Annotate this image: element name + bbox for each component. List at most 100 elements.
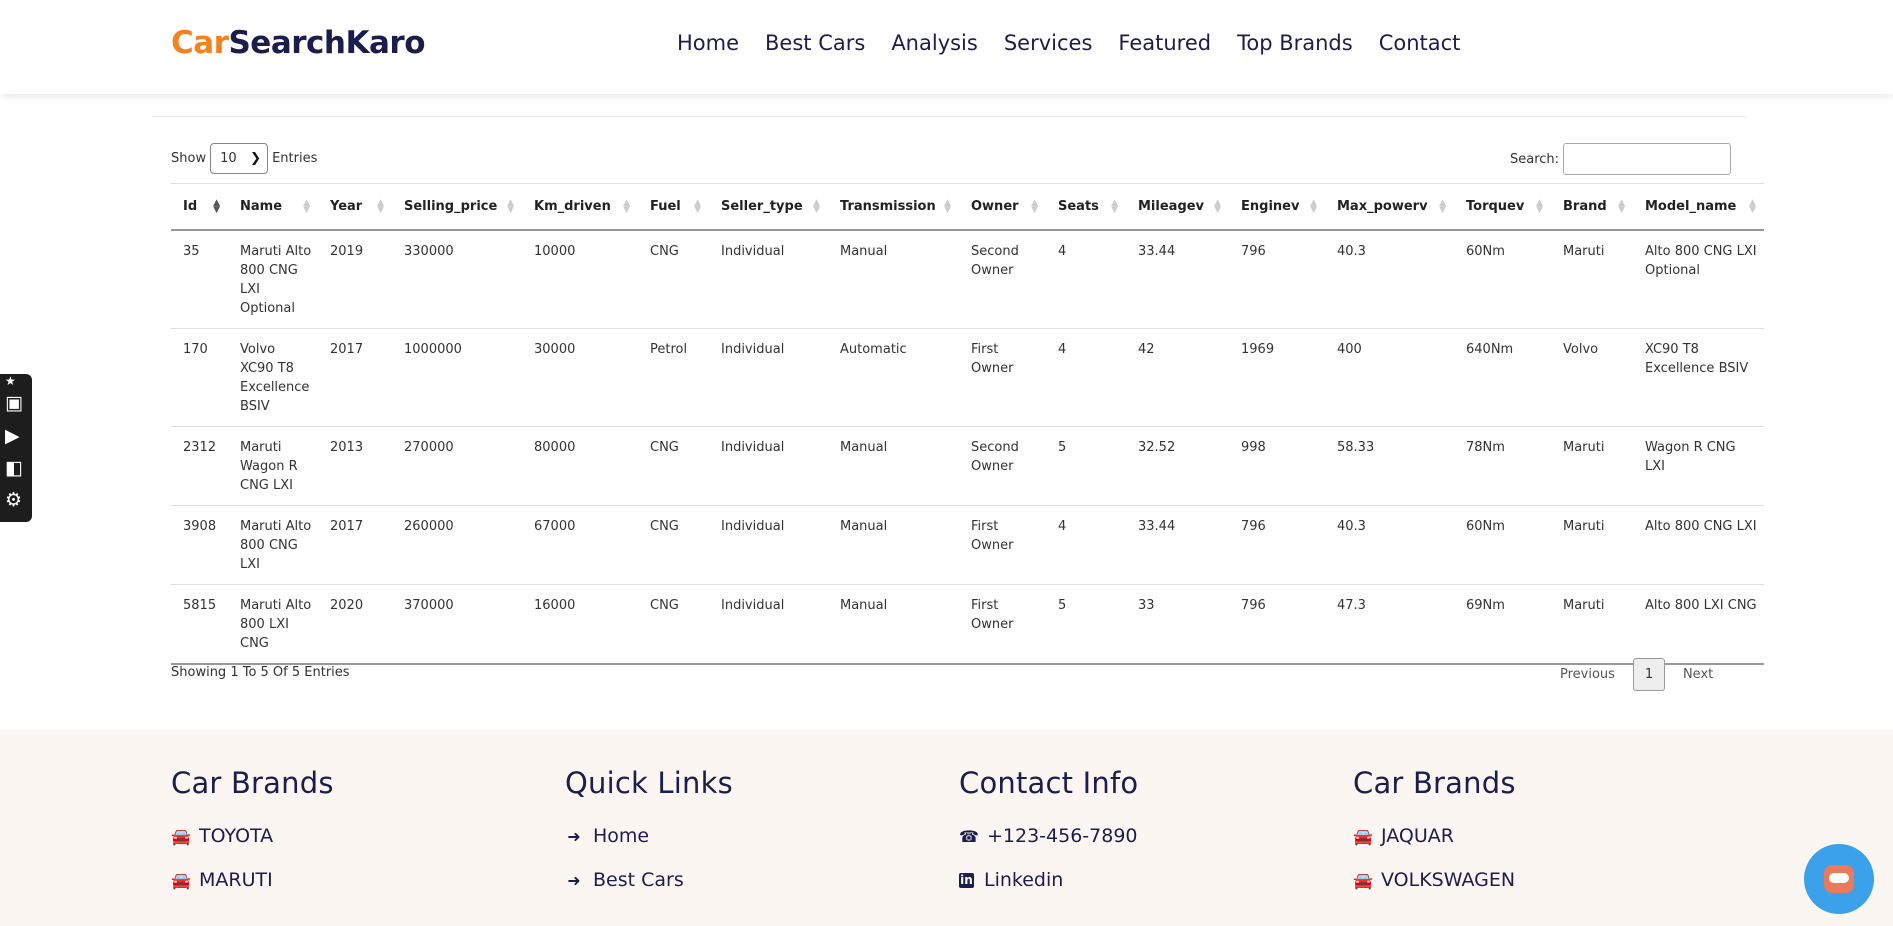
column-header[interactable]: Selling_price ▲ ▼ <box>392 183 522 231</box>
column-header-label: Selling_price <box>404 198 498 214</box>
table-cell: Maruti Alto 800 CNG LXI <box>228 505 318 585</box>
footer-heading: Car Brands <box>1353 766 1516 800</box>
sort-icon: ▲ ▼ <box>1749 198 1756 215</box>
column-header-label: Year <box>330 198 363 214</box>
nav-featured[interactable]: Featured <box>1118 31 1211 55</box>
footer-link-label: TOYOTA <box>199 825 274 847</box>
main-nav: Home Best Cars Analysis Services Feature… <box>677 31 1460 55</box>
table-cell: 33 <box>1126 584 1229 665</box>
chatbot-button[interactable] <box>1804 844 1874 914</box>
table-cell: 796 <box>1229 505 1325 585</box>
nav-home[interactable]: Home <box>677 31 739 55</box>
table-cell: 796 <box>1229 229 1325 329</box>
footer-col-car-brands-2: Car Brands 🚘 JAQUAR 🚘 VOLKSWAGEN <box>1353 766 1516 891</box>
table-cell: Alto 800 CNG LXI Optional <box>1633 229 1764 329</box>
table-cell: CNG <box>638 505 709 585</box>
page-button[interactable]: 1 <box>1632 658 1665 691</box>
search-input[interactable] <box>1563 143 1732 175</box>
footer-link-label: VOLKSWAGEN <box>1381 869 1516 891</box>
column-header[interactable]: Km_driven ▲ ▼ <box>522 183 638 231</box>
table-cell: Maruti <box>1551 584 1633 665</box>
table-cell: Individual <box>709 229 828 329</box>
car-icon: 🚘 <box>1353 826 1373 846</box>
footer-link[interactable]: 🚘 VOLKSWAGEN <box>1353 869 1516 891</box>
column-header[interactable]: Max_powerv ▲ ▼ <box>1325 183 1454 231</box>
entries-label: Entries <box>272 151 318 166</box>
footer-link[interactable]: 🚘 MARUTI <box>171 869 334 891</box>
footer-link[interactable]: in Linkedin <box>959 869 1138 891</box>
column-header[interactable]: Transmission ▲ ▼ <box>828 183 959 231</box>
next-button[interactable]: Next <box>1683 667 1713 682</box>
nav-top-brands[interactable]: Top Brands <box>1237 31 1353 55</box>
table-cell: Petrol <box>638 328 709 427</box>
gallery-icon[interactable]: ◧ <box>5 457 23 479</box>
column-header[interactable]: Seats ▲ ▼ <box>1046 183 1126 231</box>
footer-link-label: JAQUAR <box>1381 825 1454 847</box>
footer-link[interactable]: 🚘 JAQUAR <box>1353 825 1516 847</box>
table-cell: Individual <box>709 328 828 427</box>
column-header-label: Model_name <box>1645 198 1737 214</box>
column-header[interactable]: Mileagev ▲ ▼ <box>1126 183 1229 231</box>
car-icon: 🚘 <box>171 826 191 846</box>
table-cell: 30000 <box>522 328 638 427</box>
table-row: 35 Maruti Alto 800 CNG LXI Optional 2019 33… <box>171 229 1764 329</box>
column-header-label: Brand <box>1563 198 1607 214</box>
table-cell: Maruti Wagon R CNG LXI <box>228 426 318 506</box>
table-header-row: Id ▲ ▼ Name ▲ ▼ Year ▲ ▼ Selling_price ▲ ▼ Km_driven… <box>171 183 1764 231</box>
table-cell: 33.44 <box>1126 505 1229 585</box>
column-header[interactable]: Brand ▲ ▼ <box>1551 183 1633 231</box>
sort-icon: ▲ ▼ <box>694 198 701 215</box>
table-cell: 67000 <box>522 505 638 585</box>
nav-analysis[interactable]: Analysis <box>891 31 978 55</box>
footer-link[interactable]: ➜ Home <box>565 825 733 847</box>
site-logo[interactable]: CarSearchKaro <box>171 25 425 61</box>
table-cell: Second Owner <box>959 426 1046 506</box>
column-header-label: Owner <box>971 198 1019 214</box>
column-header[interactable]: Torquev ▲ ▼ <box>1454 183 1551 231</box>
screen-capture-toolbar: ★ ▣ ▶ ◧ ⚙ <box>0 374 32 522</box>
nav-contact[interactable]: Contact <box>1379 31 1461 55</box>
sort-icon: ▲ ▼ <box>813 198 820 215</box>
footer-link-label: Home <box>593 825 650 847</box>
sort-icon: ▲ ▼ <box>303 198 310 215</box>
table-cell: First Owner <box>959 505 1046 585</box>
column-header[interactable]: Owner ▲ ▼ <box>959 183 1046 231</box>
column-header[interactable]: Name ▲ ▼ <box>228 183 318 231</box>
show-label: Show <box>171 151 207 166</box>
column-header[interactable]: Year ▲ ▼ <box>318 183 392 231</box>
table-cell: 78Nm <box>1454 426 1551 506</box>
camera-icon[interactable]: ▣ <box>5 392 23 414</box>
table-cell: 5 <box>1046 426 1126 506</box>
column-header-label: Seller_type <box>721 198 803 214</box>
footer-link[interactable]: 🚘 TOYOTA <box>171 825 334 847</box>
column-header[interactable]: Fuel ▲ ▼ <box>638 183 709 231</box>
column-header[interactable]: Enginev ▲ ▼ <box>1229 183 1325 231</box>
logo-text: SearchKaro <box>228 25 425 61</box>
sort-icon: ▲ ▼ <box>507 198 514 215</box>
footer-link[interactable]: ➜ Best Cars <box>565 869 733 891</box>
gear-icon[interactable]: ⚙ <box>5 489 22 511</box>
table-cell: CNG <box>638 229 709 329</box>
pin-icon[interactable]: ★ <box>5 374 16 388</box>
previous-button[interactable]: Previous <box>1560 667 1615 682</box>
car-icon: 🚘 <box>1353 870 1373 890</box>
column-header[interactable]: Model_name ▲ ▼ <box>1633 183 1764 231</box>
column-header-label: Torquev <box>1466 198 1525 214</box>
table-cell: 2017 <box>318 328 392 427</box>
footer-link[interactable]: ☎ +123-456-7890 <box>959 825 1138 847</box>
nav-best-cars[interactable]: Best Cars <box>765 31 865 55</box>
entries-select[interactable]: 10 ❯ <box>210 143 269 174</box>
table-cell: 2017 <box>318 505 392 585</box>
column-header[interactable]: Id ▲ ▼ <box>171 183 228 231</box>
table-cell: 32.52 <box>1126 426 1229 506</box>
footer-link-label: Linkedin <box>984 869 1064 891</box>
table-cell: 80000 <box>522 426 638 506</box>
column-header[interactable]: Seller_type ▲ ▼ <box>709 183 828 231</box>
footer-heading: Quick Links <box>565 766 733 800</box>
table-cell: Individual <box>709 505 828 585</box>
table-cell: Automatic <box>828 328 959 427</box>
video-icon[interactable]: ▶ <box>5 425 20 447</box>
table-cell: 42 <box>1126 328 1229 427</box>
table-cell: Alto 800 CNG LXI <box>1633 505 1764 585</box>
nav-services[interactable]: Services <box>1004 31 1093 55</box>
